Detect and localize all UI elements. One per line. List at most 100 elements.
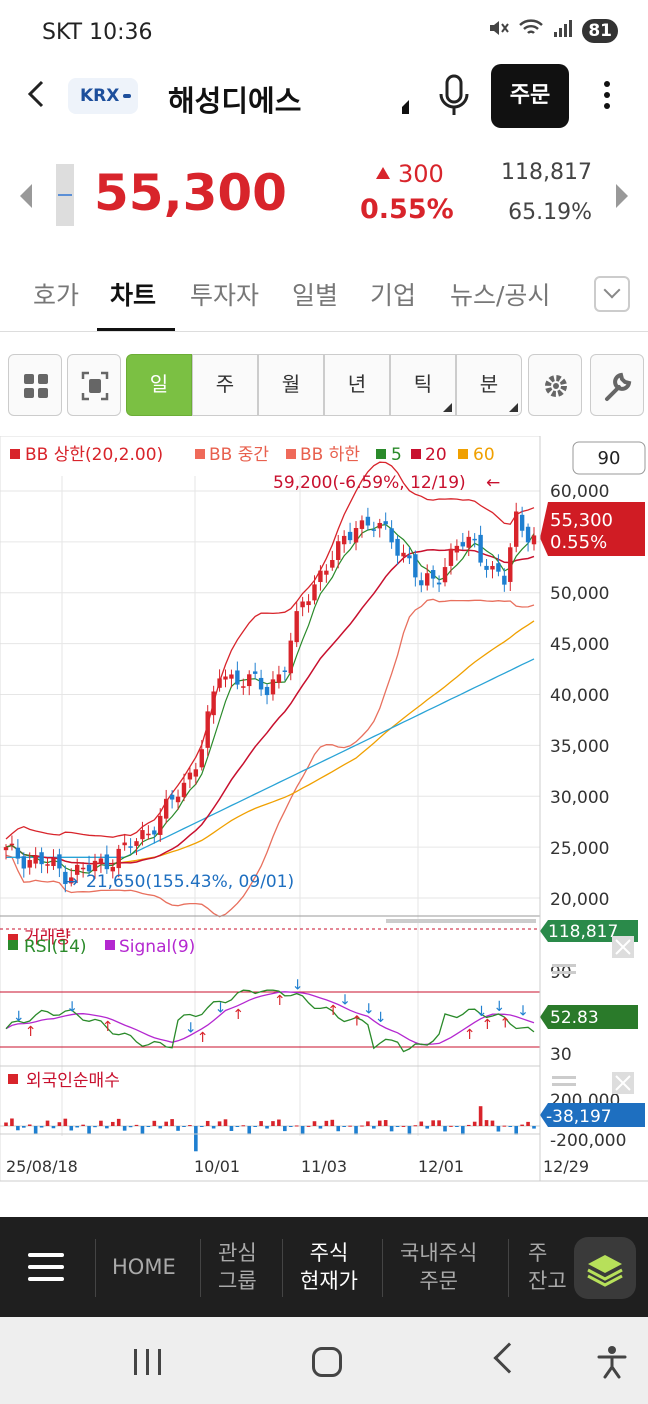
foreign-bar [229,1126,234,1131]
chart-toolbar: 일 주 월 년 틱 분 [0,354,648,416]
foreign-bar [389,1126,394,1132]
foreign-bar [247,1126,252,1135]
voice-search-button[interactable] [436,74,472,118]
foreign-bar [377,1120,382,1126]
candle-body [318,570,323,583]
nav-stock-quote[interactable]: 주식 현재가 [300,1239,358,1295]
nav-home[interactable]: HOME [112,1253,176,1281]
prev-stock-icon[interactable] [20,184,32,208]
candle-body [436,582,442,585]
chevron-left-icon [27,80,44,108]
fullscreen-button[interactable] [67,354,121,416]
tab-chart[interactable]: 차트 [110,276,156,312]
foreign-bar [16,1126,20,1131]
candle-body [86,864,92,872]
stock-dropdown-icon[interactable] [402,100,409,114]
tab-daily[interactable]: 일별 [292,276,338,312]
current-price-tag: 55,300 0.55% [540,502,645,556]
chart-tools-button[interactable] [590,354,644,416]
bnav-divider [282,1239,283,1297]
candle-body [187,772,193,780]
candle-body [252,671,258,674]
current-price: 55,300 [94,164,287,222]
layout-grid-button[interactable] [8,354,62,416]
tab-news[interactable]: 뉴스/공시 [450,276,550,312]
candle-body [235,670,240,685]
foreign-tick-bottom: -200,000 [550,1131,626,1151]
period-day[interactable]: 일 [126,354,192,416]
layers-button[interactable] [574,1237,636,1299]
microphone-icon [439,74,469,115]
accessibility-icon[interactable] [596,1345,628,1379]
sell-signal-arrow: ↓ [493,999,505,1015]
grid-icon [24,374,48,398]
foreign-bar [496,1126,501,1132]
candle-body [27,860,32,868]
foreign-bar [312,1121,317,1126]
foreign-panel-close-icon[interactable] [612,1072,634,1094]
foreign-net-bars [0,1106,540,1152]
order-button[interactable]: 주문 [491,64,569,128]
chart-svg[interactable]: BB 상한(20,2.00) BB 중간 BB 하한 5 20 60 90 59… [0,435,648,1186]
foreign-bar [348,1125,352,1127]
stock-chart[interactable]: BB 상한(20,2.00) BB 중간 BB 하한 5 20 60 90 59… [0,435,648,1186]
foreign-bar [57,1122,62,1126]
buy-signal-arrow: ↑ [232,1007,244,1023]
exchange-badge[interactable]: KRX [68,78,138,114]
nav-watchlist[interactable]: 관심 그룹 [218,1239,257,1295]
back-button[interactable] [24,76,56,116]
panel-close-icon[interactable] [612,936,634,958]
nav-domestic-order[interactable]: 국내주식 주문 [400,1239,477,1295]
foreign-bar [188,1125,192,1127]
chart-settings-button[interactable] [528,354,582,416]
foreign-bar [472,1121,477,1126]
next-stock-icon[interactable] [616,184,628,208]
bnav-divider [200,1239,201,1297]
foreign-panel-drag-handle[interactable] [552,1076,576,1086]
candle-body [241,686,246,688]
x-tick-1001: 10/01 [194,1157,240,1176]
period-month[interactable]: 월 [258,354,324,416]
tab-orderbook[interactable]: 호가 [33,276,79,312]
foreign-bar [105,1126,109,1129]
bollinger-bands [5,461,535,918]
candle-body [525,526,531,543]
candle-body [300,601,305,608]
wrench-icon [605,372,632,401]
nav-balance[interactable]: 주 잔고 [528,1239,574,1295]
candle-body [39,852,44,865]
candle-body [430,570,436,579]
period-tick[interactable]: 틱 [390,354,456,416]
legend-ma5-swatch [376,449,386,459]
more-menu-icon[interactable] [596,78,618,114]
panel-splitter[interactable] [386,919,536,923]
foreign-bar [152,1120,157,1126]
tab-company[interactable]: 기업 [370,276,416,312]
menu-icon[interactable] [28,1253,64,1281]
candle-body [425,573,430,586]
tab-investor[interactable]: 투자자 [190,276,259,312]
tab-expand-button[interactable] [594,276,630,312]
buy-signal-arrow: ↑ [327,1003,339,1019]
period-minute[interactable]: 분 [456,354,522,416]
candle-body [359,520,365,529]
recent-apps-icon[interactable] [134,1349,162,1375]
stock-name[interactable]: 해성디에스 [168,78,301,120]
candle-body [454,545,460,553]
foreign-bar [182,1126,186,1127]
period-minute-label: 분 [479,372,499,396]
home-icon[interactable] [312,1347,342,1377]
foreign-bar [93,1126,97,1128]
mini-chart-thumb[interactable] [56,164,74,226]
candle-body [419,580,424,586]
foreign-bar [449,1125,453,1127]
ma120-line [6,658,535,858]
foreign-bar [437,1120,441,1126]
period-week[interactable]: 주 [192,354,258,416]
period-year[interactable]: 년 [324,354,390,416]
foreign-bar [194,1126,198,1152]
candle-body [347,531,353,541]
legend-ma60: 60 [473,445,495,465]
signal-line [5,991,535,1046]
back-icon[interactable] [493,1342,525,1374]
